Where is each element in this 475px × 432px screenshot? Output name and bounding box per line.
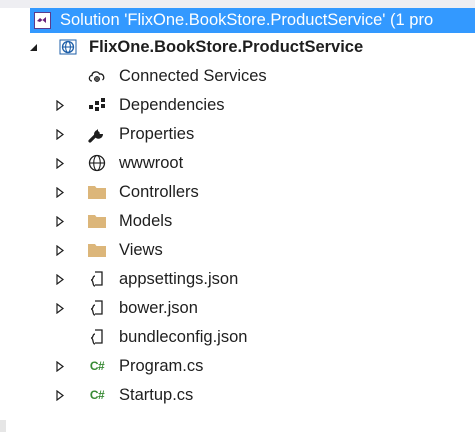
tree-item-label: Dependencies xyxy=(119,96,225,114)
dependencies-icon xyxy=(87,95,107,115)
collapsed-arrow-icon[interactable] xyxy=(54,149,66,177)
expanded-arrow-icon[interactable] xyxy=(27,33,39,61)
collapsed-arrow-icon[interactable] xyxy=(54,91,66,119)
tree-item-bower-json[interactable]: bower.json xyxy=(0,294,475,322)
tree-item-label: Properties xyxy=(119,125,195,143)
tree-item-label: Connected Services xyxy=(119,67,267,85)
tree-item-label: Models xyxy=(119,212,173,230)
tree-item-connected-services[interactable]: Connected Services xyxy=(0,62,475,90)
json-file-icon xyxy=(87,298,107,318)
visual-studio-solution-icon xyxy=(34,12,51,29)
tree-item-label: Views xyxy=(119,241,163,259)
connected-services-icon xyxy=(87,66,107,86)
collapsed-arrow-icon[interactable] xyxy=(54,207,66,235)
tree-item-label: Startup.cs xyxy=(119,386,194,404)
globe-icon xyxy=(87,153,107,173)
collapsed-arrow-icon[interactable] xyxy=(54,178,66,206)
json-file-icon xyxy=(87,269,107,289)
folder-icon xyxy=(87,240,107,260)
tree-item-dependencies[interactable]: Dependencies xyxy=(0,91,475,119)
wrench-icon xyxy=(87,124,107,144)
tree-item-label: wwwroot xyxy=(119,154,184,172)
tree-item-project[interactable]: FlixOne.BookStore.ProductService xyxy=(0,33,475,61)
folder-icon xyxy=(87,211,107,231)
tree-item-startup-cs[interactable]: C# Startup.cs xyxy=(0,381,475,409)
tree-item-views[interactable]: Views xyxy=(0,236,475,264)
collapsed-arrow-icon[interactable] xyxy=(54,352,66,380)
tree-item-wwwroot[interactable]: wwwroot xyxy=(0,149,475,177)
tree-item-label: appsettings.json xyxy=(119,270,239,288)
folder-icon xyxy=(87,182,107,202)
tree-item-solution[interactable]: Solution 'FlixOne.BookStore.ProductServi… xyxy=(30,8,475,33)
collapsed-arrow-icon[interactable] xyxy=(54,265,66,293)
tree-item-program-cs[interactable]: C# Program.cs xyxy=(0,352,475,380)
tree-item-models[interactable]: Models xyxy=(0,207,475,235)
tree-item-label: bower.json xyxy=(119,299,198,317)
json-file-icon xyxy=(87,327,107,347)
window-top-edge xyxy=(0,0,475,8)
tree-item-controllers[interactable]: Controllers xyxy=(0,178,475,206)
window-bottom-edge xyxy=(0,420,6,432)
tree-item-bundleconfig-json[interactable]: bundleconfig.json xyxy=(0,323,475,351)
tree-item-properties[interactable]: Properties xyxy=(0,120,475,148)
tree-item-label: Controllers xyxy=(119,183,199,201)
collapsed-arrow-icon[interactable] xyxy=(54,236,66,264)
project-label: FlixOne.BookStore.ProductService xyxy=(89,38,364,56)
csharp-file-icon: C# xyxy=(89,388,105,402)
csharp-file-icon: C# xyxy=(89,359,105,373)
collapsed-arrow-icon[interactable] xyxy=(54,120,66,148)
solution-label: Solution 'FlixOne.BookStore.ProductServi… xyxy=(60,11,434,29)
collapsed-arrow-icon[interactable] xyxy=(54,381,66,409)
tree-item-label: bundleconfig.json xyxy=(119,328,248,346)
tree-item-label: Program.cs xyxy=(119,357,204,375)
web-project-globe-icon xyxy=(58,37,78,57)
tree-item-appsettings-json[interactable]: appsettings.json xyxy=(0,265,475,293)
collapsed-arrow-icon[interactable] xyxy=(54,294,66,322)
